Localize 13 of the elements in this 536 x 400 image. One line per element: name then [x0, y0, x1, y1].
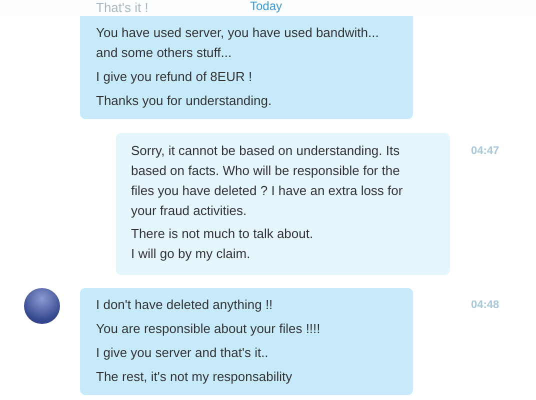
message-text: I don't have deleted anything !! — [96, 296, 274, 314]
message-text: You have used server, you have used bandwith... and some others stuff... — [96, 24, 380, 62]
message-text: You are responsible about your files !!!! — [96, 320, 322, 338]
message-text: I give you server and that's it.. — [96, 344, 270, 362]
message-text: The rest, it's not my responsability — [96, 368, 294, 386]
timestamp: 04:47 — [470, 144, 500, 159]
message-text: There is not much to talk about. I will go by my claim. — [131, 225, 314, 263]
message-text: Thanks you for understanding. — [96, 92, 273, 110]
message-text: I give you refund of 8EUR ! — [96, 68, 254, 86]
message-text: Sorry, it cannot be based on understanding. Its based on facts. Who will be responsible for the files you have deleted ? I have an extra loss for your fraud activities. — [131, 142, 404, 220]
timestamp: 04:48 — [470, 298, 500, 313]
date-divider: Today — [250, 0, 282, 13]
faded-message-text: That's it ! — [96, 0, 148, 15]
